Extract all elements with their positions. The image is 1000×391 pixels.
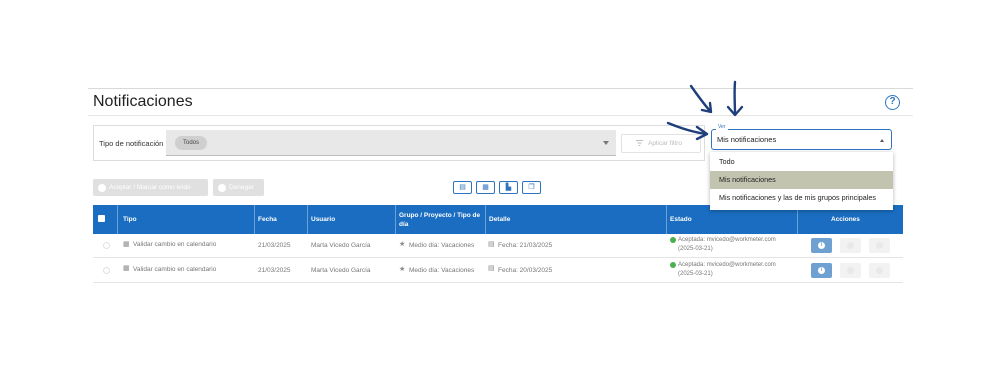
cell-fecha: 21/03/2025 bbox=[258, 267, 291, 274]
col-usuario[interactable]: Usuario bbox=[311, 205, 335, 234]
caret-up-icon[interactable] bbox=[880, 139, 884, 142]
col-divider bbox=[254, 205, 255, 234]
cell-estado: Aceptada: mvicedo@workmeter.com bbox=[678, 237, 776, 243]
cell-fecha: 21/03/2025 bbox=[258, 242, 291, 249]
check-circle-icon bbox=[670, 237, 676, 243]
x-icon bbox=[876, 242, 883, 249]
row-select-radio[interactable] bbox=[103, 242, 110, 249]
cell-usuario: Marta Vicedo García bbox=[311, 267, 371, 274]
csv-icon[interactable]: ▙ bbox=[499, 181, 518, 194]
notification-type-select[interactable] bbox=[166, 130, 616, 156]
deny-row-button[interactable] bbox=[869, 263, 890, 278]
half-star-icon: ★ bbox=[399, 241, 406, 248]
info-icon: i bbox=[818, 242, 825, 249]
cell-detalle: Fecha: 20/03/2025 bbox=[498, 267, 553, 274]
col-grupo[interactable]: Grupo / Proyecto / Tipo de día bbox=[399, 205, 481, 234]
title-divider bbox=[88, 115, 913, 116]
deny-button[interactable]: Denegar bbox=[213, 179, 264, 196]
check-icon bbox=[847, 242, 854, 249]
select-all-checkbox[interactable] bbox=[98, 215, 105, 222]
ver-option-mis-y-grupos[interactable]: Mis notificaciones y las de mis grupos p… bbox=[710, 189, 893, 207]
caret-down-icon[interactable] bbox=[603, 141, 609, 145]
cell-estado-date: (2025-03-21) bbox=[678, 246, 713, 252]
info-icon: i bbox=[818, 267, 825, 274]
col-tipo[interactable]: Tipo bbox=[123, 205, 137, 234]
col-detalle[interactable]: Detalle bbox=[489, 205, 510, 234]
cell-grupo: Medio día: Vacaciones bbox=[409, 267, 475, 274]
cell-detalle: Fecha: 21/03/2025 bbox=[498, 242, 553, 249]
deny-row-button[interactable] bbox=[869, 238, 890, 253]
calendar-grid-icon: ▤ bbox=[488, 265, 495, 272]
check-circle-icon bbox=[670, 262, 676, 268]
check-circle-icon bbox=[98, 183, 106, 192]
x-circle-icon bbox=[218, 183, 226, 192]
cell-estado-date: (2025-03-21) bbox=[678, 271, 713, 277]
cell-estado: Aceptada: mvicedo@workmeter.com bbox=[678, 262, 776, 268]
filter-chip-todos[interactable]: Todos bbox=[175, 136, 208, 150]
col-estado[interactable]: Estado bbox=[670, 205, 692, 234]
row-select-radio[interactable] bbox=[103, 267, 110, 274]
annotation-arrow-icon bbox=[689, 84, 713, 114]
ver-option-todo[interactable]: Todo bbox=[710, 153, 893, 171]
ver-option-mis-notificaciones[interactable]: Mis notificaciones bbox=[710, 171, 893, 189]
x-icon bbox=[876, 267, 883, 274]
col-divider bbox=[117, 205, 118, 234]
filter-label: Tipo de notificación bbox=[99, 139, 164, 148]
check-icon bbox=[847, 267, 854, 274]
page-title: Notificaciones bbox=[93, 93, 193, 110]
screen: Notificaciones ? Tipo de notificación To… bbox=[0, 0, 1000, 391]
accept-row-button[interactable] bbox=[840, 238, 861, 253]
half-star-icon: ★ bbox=[399, 266, 406, 273]
calendar-icon: ▦ bbox=[123, 265, 130, 272]
info-button[interactable]: i bbox=[811, 238, 832, 253]
cell-tipo: Validar cambio en calendario bbox=[133, 241, 217, 248]
copy-icon[interactable]: ❐ bbox=[522, 181, 541, 194]
accept-row-button[interactable] bbox=[840, 263, 861, 278]
col-divider bbox=[485, 205, 486, 234]
col-divider bbox=[666, 205, 667, 234]
info-button[interactable]: i bbox=[811, 263, 832, 278]
pdf-icon[interactable]: ▤ bbox=[453, 181, 472, 194]
filter-icon bbox=[636, 140, 643, 146]
accept-mark-read-button[interactable]: Aceptar / Marcar como leído bbox=[93, 179, 208, 196]
ver-label: Ver bbox=[716, 124, 728, 130]
annotation-arrow-icon bbox=[726, 80, 744, 117]
calendar-grid-icon: ▤ bbox=[488, 241, 495, 248]
question-circle-icon[interactable]: ? bbox=[885, 95, 900, 110]
cell-grupo: Medio día: Vacaciones bbox=[409, 242, 475, 249]
annotation-arrow-icon bbox=[666, 121, 709, 141]
top-divider bbox=[88, 88, 913, 89]
cell-tipo: Validar cambio en calendario bbox=[133, 266, 217, 273]
calendar-icon: ▦ bbox=[123, 241, 130, 248]
col-fecha[interactable]: Fecha bbox=[258, 205, 277, 234]
ver-selected-value: Mis notificaciones bbox=[717, 135, 777, 144]
excel-icon[interactable]: ▦ bbox=[476, 181, 495, 194]
col-divider bbox=[395, 205, 396, 234]
col-divider bbox=[307, 205, 308, 234]
cell-usuario: Marta Vicedo García bbox=[311, 242, 371, 249]
ver-dropdown-menu: Todo Mis notificaciones Mis notificacion… bbox=[710, 152, 893, 210]
